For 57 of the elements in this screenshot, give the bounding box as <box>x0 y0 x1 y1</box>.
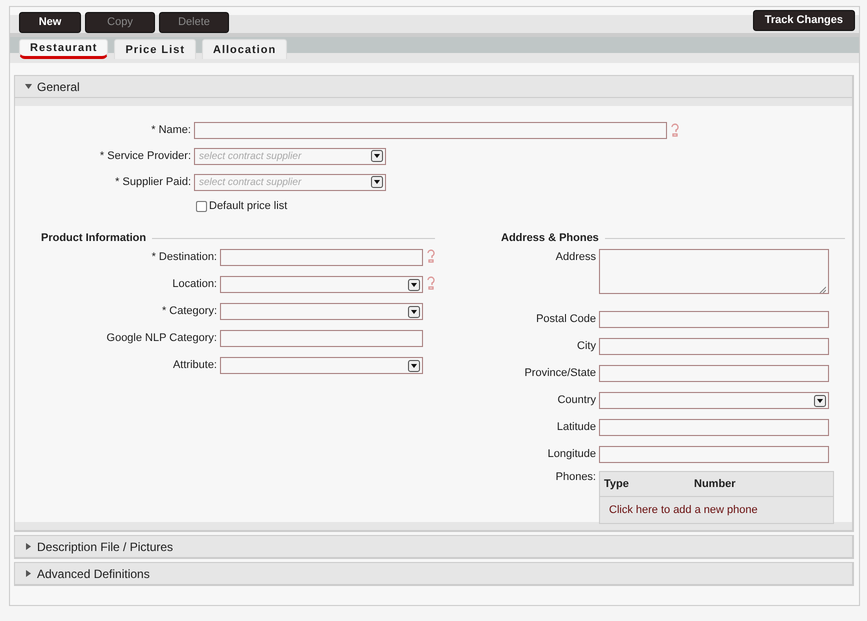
group-title: Product Information <box>41 232 146 244</box>
section-header[interactable]: Description File / Pictures <box>15 536 852 557</box>
field-label: * Category: <box>160 304 218 317</box>
dropdown-icon[interactable] <box>408 360 420 372</box>
input-field[interactable] <box>599 419 829 436</box>
select-field[interactable] <box>220 357 423 374</box>
tab[interactable]: Restaurant <box>19 39 108 59</box>
expand-icon[interactable] <box>25 570 32 577</box>
collapse-icon[interactable] <box>25 83 32 90</box>
dropdown-icon[interactable] <box>371 150 383 162</box>
help-icon[interactable] <box>426 249 436 263</box>
dropdown-icon[interactable] <box>814 394 826 406</box>
select-field[interactable] <box>599 392 829 409</box>
select-field[interactable] <box>220 276 423 293</box>
field-label: Province/State <box>523 366 597 379</box>
field-label: Location: <box>171 277 218 290</box>
column-header: Number <box>694 478 736 490</box>
tab[interactable]: Price List <box>114 39 196 59</box>
toolbar-button[interactable]: New <box>19 12 81 32</box>
field-label: Country <box>556 393 597 406</box>
expand-icon[interactable] <box>25 543 32 550</box>
resize-grip-icon[interactable] <box>819 286 826 293</box>
field-label: Attribute: <box>172 358 218 371</box>
input-field[interactable] <box>599 365 829 382</box>
input-field[interactable] <box>599 446 829 463</box>
field-label: Longitude <box>546 447 597 460</box>
dropdown-icon[interactable] <box>371 176 383 188</box>
field-label: * Name: <box>150 124 192 136</box>
field-label: * Destination: <box>150 250 218 263</box>
input-field[interactable] <box>220 330 423 347</box>
field-label: Address <box>554 250 597 263</box>
dropdown-icon[interactable] <box>408 278 420 290</box>
input-field[interactable] <box>599 311 829 328</box>
checkbox-label: Default price list <box>209 200 288 212</box>
add-phone-link[interactable]: Click here to add a new phone <box>600 497 833 523</box>
field-label: Google NLP Category: <box>106 331 218 344</box>
field-label: City <box>576 339 597 352</box>
group-title: Address & Phones <box>501 232 599 244</box>
dropdown-icon[interactable] <box>408 306 420 318</box>
track-changes-button[interactable]: Track Changes <box>752 10 855 30</box>
input-field[interactable] <box>194 122 667 138</box>
column-header: Type <box>603 478 630 490</box>
input-field[interactable] <box>599 338 829 355</box>
field-label: Latitude <box>556 420 597 433</box>
help-icon[interactable] <box>426 276 436 290</box>
help-icon[interactable] <box>670 123 680 137</box>
select-field[interactable] <box>220 303 423 320</box>
field-label: Phones: <box>554 471 597 483</box>
field-label: * Service Provider: <box>98 150 192 162</box>
field-label: Postal Code <box>535 312 597 325</box>
checkbox[interactable] <box>196 200 207 212</box>
address-textarea[interactable] <box>599 249 829 294</box>
input-field[interactable] <box>220 249 423 266</box>
field-label: * Supplier Paid: <box>114 176 192 188</box>
tab[interactable]: Allocation <box>202 39 288 59</box>
section-header[interactable]: Advanced Definitions <box>15 563 852 584</box>
section-header[interactable]: General <box>15 76 852 98</box>
